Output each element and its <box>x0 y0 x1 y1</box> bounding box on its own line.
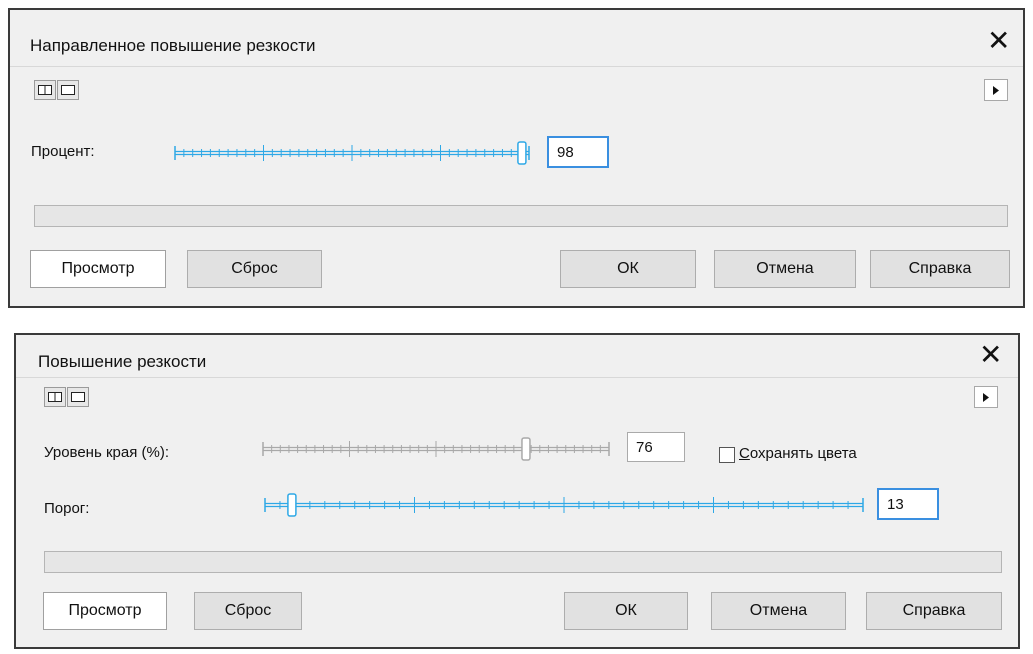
reset-button[interactable]: Сброс <box>194 592 302 630</box>
title-divider <box>16 377 1018 378</box>
close-icon[interactable]: ✕ <box>987 27 1010 55</box>
sharpen-dialog: Повышение резкости ✕ Уровень края (%): 7… <box>14 333 1020 649</box>
edge-level-slider[interactable] <box>260 432 612 466</box>
ok-button[interactable]: ОК <box>560 250 696 288</box>
title-divider <box>10 66 1023 67</box>
slider-thumb[interactable] <box>517 141 527 165</box>
progress-bar <box>44 551 1002 573</box>
preview-button[interactable]: Просмотр <box>30 250 166 288</box>
help-button[interactable]: Справка <box>866 592 1002 630</box>
dialog-title: Направленное повышение резкости <box>30 36 316 55</box>
cancel-button[interactable]: Отмена <box>711 592 846 630</box>
single-view-icon[interactable] <box>57 80 79 100</box>
help-button[interactable]: Справка <box>870 250 1010 288</box>
cancel-button[interactable]: Отмена <box>714 250 856 288</box>
slider-thumb[interactable] <box>287 493 297 517</box>
preview-button[interactable]: Просмотр <box>43 592 167 630</box>
threshold-slider[interactable] <box>262 488 866 522</box>
expand-arrow-icon[interactable] <box>984 79 1008 101</box>
single-view-icon[interactable] <box>67 387 89 407</box>
split-view-icon[interactable] <box>44 387 66 407</box>
close-icon[interactable]: ✕ <box>979 341 1002 369</box>
percent-label: Процент: <box>31 143 95 160</box>
keep-colors-checkbox[interactable] <box>719 447 735 463</box>
percent-slider[interactable] <box>172 136 532 170</box>
progress-bar <box>34 205 1008 227</box>
keep-colors-label[interactable]: Сохранять цвета <box>739 445 857 462</box>
keep-colors-mnemonic: С <box>739 445 750 462</box>
slider-thumb[interactable] <box>521 437 531 461</box>
dialog-title: Повышение резкости <box>38 352 207 371</box>
split-view-icon[interactable] <box>34 80 56 100</box>
sharpen-directional-dialog: Направленное повышение резкости ✕ Процен… <box>8 8 1025 308</box>
edge-level-label: Уровень края (%): <box>44 444 169 461</box>
ok-button[interactable]: ОК <box>564 592 688 630</box>
edge-level-input[interactable]: 76 <box>627 432 685 462</box>
expand-arrow-icon[interactable] <box>974 386 998 408</box>
percent-input[interactable]: 98 <box>547 136 609 168</box>
threshold-label: Порог: <box>44 500 90 517</box>
threshold-input[interactable]: 13 <box>877 488 939 520</box>
reset-button[interactable]: Сброс <box>187 250 322 288</box>
keep-colors-text: охранять цвета <box>749 445 857 462</box>
